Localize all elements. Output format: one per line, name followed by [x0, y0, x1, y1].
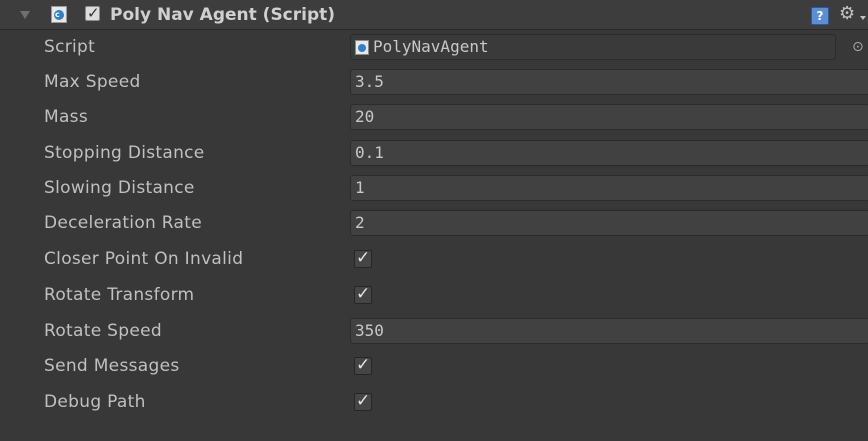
max-speed-input[interactable] — [350, 69, 868, 95]
deceleration-rate-input[interactable] — [350, 210, 868, 236]
component-header[interactable]: c ✓ Poly Nav Agent (Script) ? ⚙ — [0, 0, 868, 30]
object-picker-icon[interactable]: ⊙ — [852, 38, 864, 56]
property-row-max-speed: Max Speed 3.5 — [0, 65, 868, 99]
component-enabled-checkbox[interactable]: ✓ — [85, 4, 100, 22]
script-object-value: PolyNavAgent — [373, 37, 489, 56]
rotate-speed-input[interactable] — [350, 318, 868, 344]
gear-dropdown-caret-icon[interactable] — [860, 16, 866, 20]
send-messages-checkbox[interactable]: ✓ — [354, 355, 372, 375]
csharp-script-icon: c — [51, 6, 67, 23]
gear-icon[interactable]: ⚙ — [839, 3, 855, 25]
checkmark-icon: ✓ — [87, 4, 100, 22]
mass-input[interactable] — [350, 104, 868, 130]
checkmark-icon: ✓ — [356, 355, 371, 375]
slowing-distance-value: 1 — [355, 178, 365, 197]
property-row-send-messages: Send Messages ✓ — [0, 349, 868, 383]
property-label: Send Messages — [44, 356, 180, 376]
property-label: Debug Path — [44, 392, 146, 412]
property-label: Max Speed — [44, 72, 141, 92]
foldout-arrow-icon[interactable] — [20, 11, 30, 19]
property-label: Mass — [44, 107, 88, 127]
csharp-script-icon — [355, 40, 369, 55]
property-row-slowing-distance: Slowing Distance 1 — [0, 171, 868, 205]
property-row-rotate-transform: Rotate Transform ✓ — [0, 278, 868, 312]
slowing-distance-input[interactable] — [350, 175, 868, 201]
rotate-speed-value: 350 — [355, 321, 384, 340]
closer-point-on-invalid-checkbox[interactable]: ✓ — [354, 248, 372, 268]
mass-value: 20 — [355, 107, 375, 126]
help-book-icon[interactable]: ? — [811, 7, 829, 25]
property-label: Slowing Distance — [44, 178, 195, 198]
property-label: Rotate Speed — [44, 321, 162, 341]
stopping-distance-value: 0.1 — [355, 143, 384, 162]
checkmark-icon: ✓ — [356, 248, 371, 268]
property-row-closer-point-on-invalid: Closer Point On Invalid ✓ — [0, 242, 868, 276]
property-row-rotate-speed: Rotate Speed 350 — [0, 314, 868, 348]
csharp-script-icon-glyph: c — [55, 10, 60, 19]
max-speed-value: 3.5 — [355, 72, 384, 91]
property-row-mass: Mass 20 — [0, 100, 868, 134]
debug-path-checkbox[interactable]: ✓ — [354, 391, 372, 411]
inspector-panel: c ✓ Poly Nav Agent (Script) ? ⚙ Script P… — [0, 0, 868, 441]
checkmark-icon: ✓ — [356, 391, 371, 411]
property-label: Closer Point On Invalid — [44, 249, 244, 269]
property-row-script: Script PolyNavAgent ⊙ — [0, 30, 868, 64]
property-row-deceleration-rate: Deceleration Rate 2 — [0, 206, 868, 240]
property-label: Stopping Distance — [44, 143, 205, 163]
property-label: Rotate Transform — [44, 285, 195, 305]
property-row-debug-path: Debug Path ✓ — [0, 385, 868, 419]
checkmark-icon: ✓ — [356, 284, 371, 304]
rotate-transform-checkbox[interactable]: ✓ — [354, 284, 372, 304]
property-label: Deceleration Rate — [44, 213, 202, 233]
component-title: Poly Nav Agent (Script) — [110, 5, 336, 25]
deceleration-rate-value: 2 — [355, 213, 365, 232]
property-row-stopping-distance: Stopping Distance 0.1 — [0, 136, 868, 170]
property-label: Script — [44, 37, 96, 57]
stopping-distance-input[interactable] — [350, 140, 868, 166]
